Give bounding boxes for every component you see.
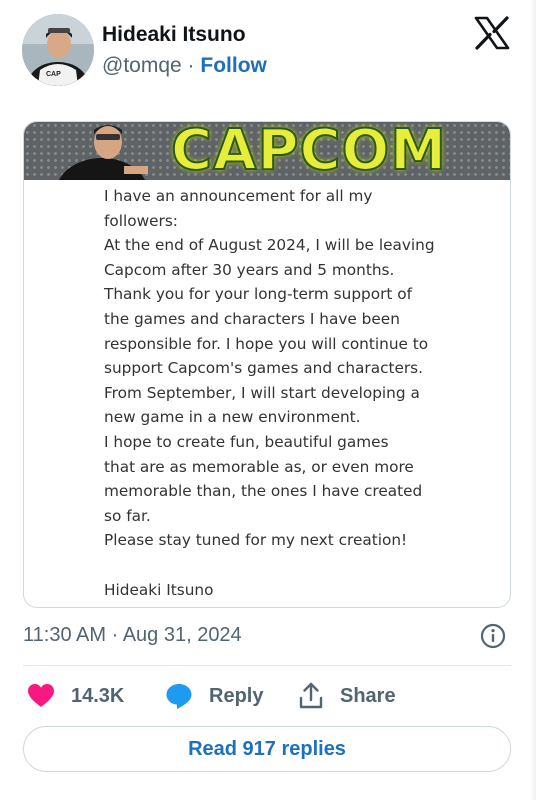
- tweet-timestamp[interactable]: 11:30 AM · Aug 31, 2024: [23, 622, 242, 648]
- author-name[interactable]: Hideaki Itsuno: [102, 22, 267, 48]
- read-replies-button[interactable]: Read 917 replies: [23, 726, 511, 772]
- divider: [23, 665, 511, 666]
- reply-button[interactable]: Reply: [165, 680, 263, 712]
- edge-shadow: [530, 0, 536, 800]
- share-button[interactable]: Share: [298, 680, 396, 712]
- separator-dot: ·: [187, 54, 195, 77]
- svg-text:CAP: CAP: [46, 71, 61, 78]
- embedded-tweet-card: CAP Hideaki Itsuno @tomqe · Follow CAPCO…: [0, 0, 536, 800]
- share-icon: [299, 682, 323, 709]
- avatar[interactable]: CAP: [22, 14, 94, 86]
- heart-icon: [28, 684, 54, 707]
- banner-logo-text: CAPCOM: [170, 122, 447, 180]
- reply-icon: [166, 684, 192, 709]
- share-label: Share: [340, 684, 396, 707]
- like-count: 14.3K: [71, 684, 125, 707]
- author-block: Hideaki Itsuno @tomqe · Follow: [102, 22, 267, 79]
- like-button[interactable]: 14.3K: [27, 680, 124, 712]
- author-handle[interactable]: @tomqe: [102, 54, 182, 77]
- announcement-text: I have an announcement for all my follow…: [104, 187, 435, 599]
- action-bar: 14.3K Reply Share: [23, 680, 511, 712]
- info-icon[interactable]: [480, 623, 506, 649]
- author-handle-line: @tomqe · Follow: [102, 53, 267, 79]
- banner-person-photo: [58, 125, 148, 180]
- attached-image[interactable]: CAPCOM I have an announcement for all my…: [23, 121, 511, 608]
- follow-button[interactable]: Follow: [200, 54, 267, 77]
- capcom-banner: CAPCOM: [24, 122, 510, 180]
- reply-label: Reply: [209, 684, 264, 707]
- x-logo-icon[interactable]: [474, 16, 510, 50]
